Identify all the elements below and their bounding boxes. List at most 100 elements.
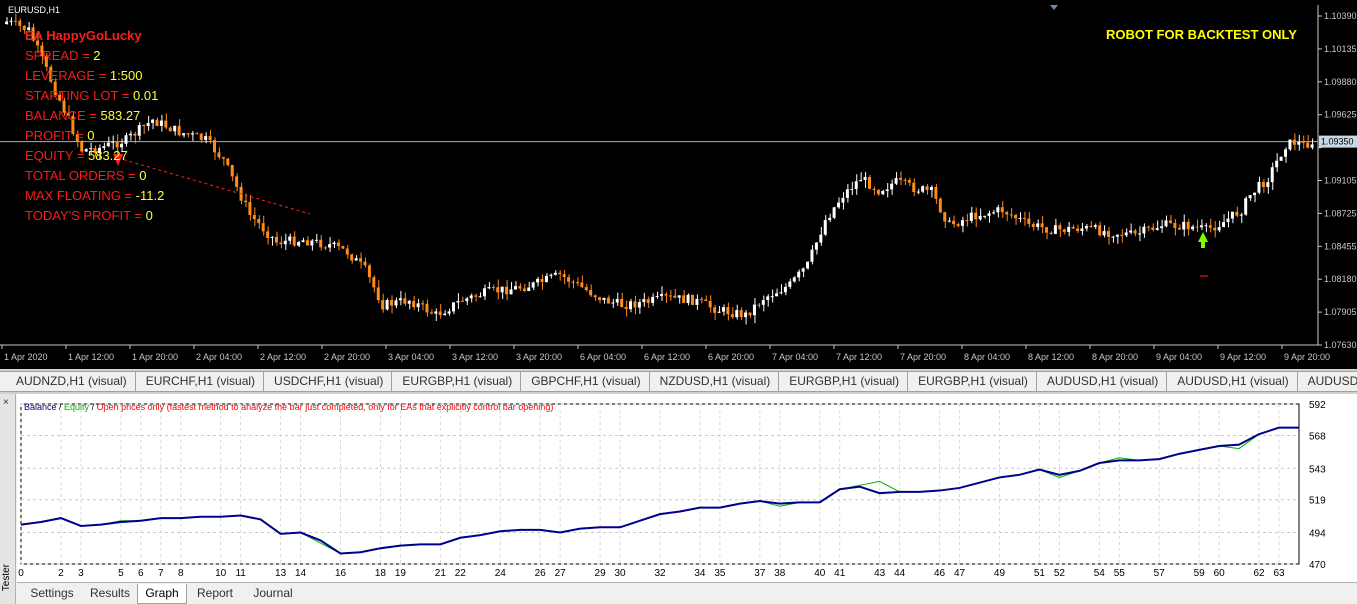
bull-candle — [500, 286, 504, 293]
x-tick-label: 47 — [954, 568, 966, 579]
bear-candle — [429, 312, 433, 314]
bear-candle — [226, 158, 230, 165]
x-tick-label: 24 — [495, 568, 507, 579]
price-chart-panel[interactable]: 1.10390 1.10135 1.09880 1.09625 1.09105 1.087… — [0, 0, 1357, 369]
bull-candle — [1270, 167, 1274, 183]
bull-candle — [5, 21, 8, 24]
x-tick-label: 54 — [1094, 568, 1106, 579]
legend-note: Open prices only (fastest method to anal… — [97, 402, 554, 412]
tab-settings[interactable]: Settings — [21, 584, 83, 604]
bear-candle — [412, 300, 416, 308]
bull-candle — [482, 288, 486, 297]
price-chart-canvas[interactable]: 1.10390 1.10135 1.09880 1.09625 1.09105 1.087… — [0, 0, 1357, 369]
chart-tab[interactable]: NZDUSD,H1 (visual) — [650, 372, 780, 391]
bear-candle — [558, 272, 562, 275]
chart-tab[interactable]: AUDUSD,H — [1298, 372, 1357, 391]
time-tick-label: 8 Apr 04:00 — [964, 352, 1010, 362]
tab-results[interactable]: Results — [83, 584, 137, 604]
bear-candle — [1301, 142, 1305, 144]
info-label: MAX FLOATING = — [25, 188, 136, 203]
ea-info-panel: EA HappyGoLucky SPREAD = 2 LEVERAGE = 1:… — [25, 26, 164, 226]
bull-candle — [1244, 198, 1248, 215]
bear-candle — [1040, 223, 1044, 228]
bull-candle — [1164, 220, 1168, 227]
bull-candle — [1137, 233, 1141, 235]
bull-candle — [1275, 160, 1279, 168]
bull-candle — [204, 136, 208, 140]
bear-candle — [522, 288, 526, 291]
bear-candle — [496, 287, 500, 293]
info-row-starting-lot: STARTING LOT = 0.01 — [25, 86, 164, 106]
chart-tab[interactable]: EURGBP,H1 (visual) — [779, 372, 909, 391]
tab-journal[interactable]: Journal — [243, 584, 303, 604]
bull-candle — [978, 215, 982, 220]
bear-candle — [350, 254, 354, 261]
bull-candle — [761, 300, 765, 305]
time-tick-label: 7 Apr 12:00 — [836, 352, 882, 362]
bull-candle — [328, 244, 332, 248]
bull-candle — [801, 268, 805, 272]
bull-candle — [1036, 223, 1040, 228]
chart-tab[interactable]: USDCHF,H1 (visual) — [264, 372, 393, 391]
bear-candle — [598, 297, 602, 301]
bull-candle — [637, 302, 641, 308]
time-tick-label: 1 Apr 2020 — [4, 352, 48, 362]
x-tick-label: 60 — [1214, 568, 1226, 579]
tab-graph[interactable]: Graph — [137, 584, 187, 604]
bear-candle — [872, 188, 876, 190]
bear-candle — [682, 295, 686, 304]
x-tick-label: 35 — [714, 568, 726, 579]
bull-candle — [288, 236, 292, 241]
chart-tab[interactable]: EURGBP,H1 (visual) — [908, 372, 1037, 391]
price-tick-label: 1.08725 — [1324, 208, 1357, 218]
tester-side-bar: × Tester — [0, 394, 16, 604]
bull-candle — [354, 258, 358, 261]
chart-tab[interactable]: EURCHF,H1 (visual) — [136, 372, 265, 391]
bear-candle — [748, 312, 752, 316]
chart-tab[interactable]: AUDUSD,H1 (visual) — [1037, 372, 1168, 391]
tab-report[interactable]: Report — [187, 584, 243, 604]
bear-candle — [1213, 227, 1217, 231]
legend-equity: Equity — [64, 402, 90, 412]
bull-candle — [814, 242, 818, 250]
x-tick-label: 8 — [178, 568, 184, 579]
legend-balance: Balance — [24, 402, 57, 412]
bull-candle — [651, 296, 655, 303]
bull-candle — [513, 286, 517, 290]
x-tick-label: 27 — [555, 568, 567, 579]
bull-candle — [487, 287, 491, 289]
chart-tab[interactable]: GBPCHF,H1 (visual) — [521, 372, 650, 391]
bear-candle — [907, 180, 911, 183]
bear-candle — [1045, 227, 1049, 233]
close-icon[interactable]: × — [3, 397, 9, 408]
info-row-balance: BALANCE = 583.27 — [25, 106, 164, 126]
info-value: 583.27 — [87, 148, 128, 163]
bear-candle — [336, 242, 340, 247]
bear-candle — [943, 212, 947, 222]
bull-candle — [752, 304, 756, 316]
price-tick-label: 1.10135 — [1324, 44, 1357, 54]
bull-candle — [854, 181, 858, 190]
chart-tab[interactable]: AUDNZD,H1 (visual) — [0, 372, 136, 391]
bull-candle — [806, 261, 810, 269]
bull-candle — [544, 275, 548, 282]
bear-candle — [730, 314, 734, 318]
chart-tabs-strip: AUDNZD,H1 (visual) EURCHF,H1 (visual) USDC… — [0, 371, 1357, 392]
chart-tab[interactable]: EURGBP,H1 (visual) — [392, 372, 522, 391]
x-tick-label: 14 — [295, 568, 307, 579]
graph-legend: Balance / Equity / Open prices only (fas… — [24, 402, 553, 412]
bear-candle — [305, 240, 309, 246]
time-tick-label: 1 Apr 12:00 — [68, 352, 114, 362]
bear-candle — [1071, 226, 1075, 229]
time-tick-label: 8 Apr 20:00 — [1092, 352, 1138, 362]
bear-candle — [708, 300, 712, 308]
bull-candle — [451, 302, 455, 312]
bear-candle — [208, 136, 212, 141]
bull-candle — [695, 298, 699, 305]
bull-candle — [1253, 192, 1257, 196]
bear-candle — [403, 298, 407, 304]
bull-candle — [456, 300, 460, 303]
x-tick-label: 44 — [894, 568, 906, 579]
bear-candle — [474, 295, 478, 297]
chart-tab[interactable]: AUDUSD,H1 (visual) — [1167, 372, 1298, 391]
